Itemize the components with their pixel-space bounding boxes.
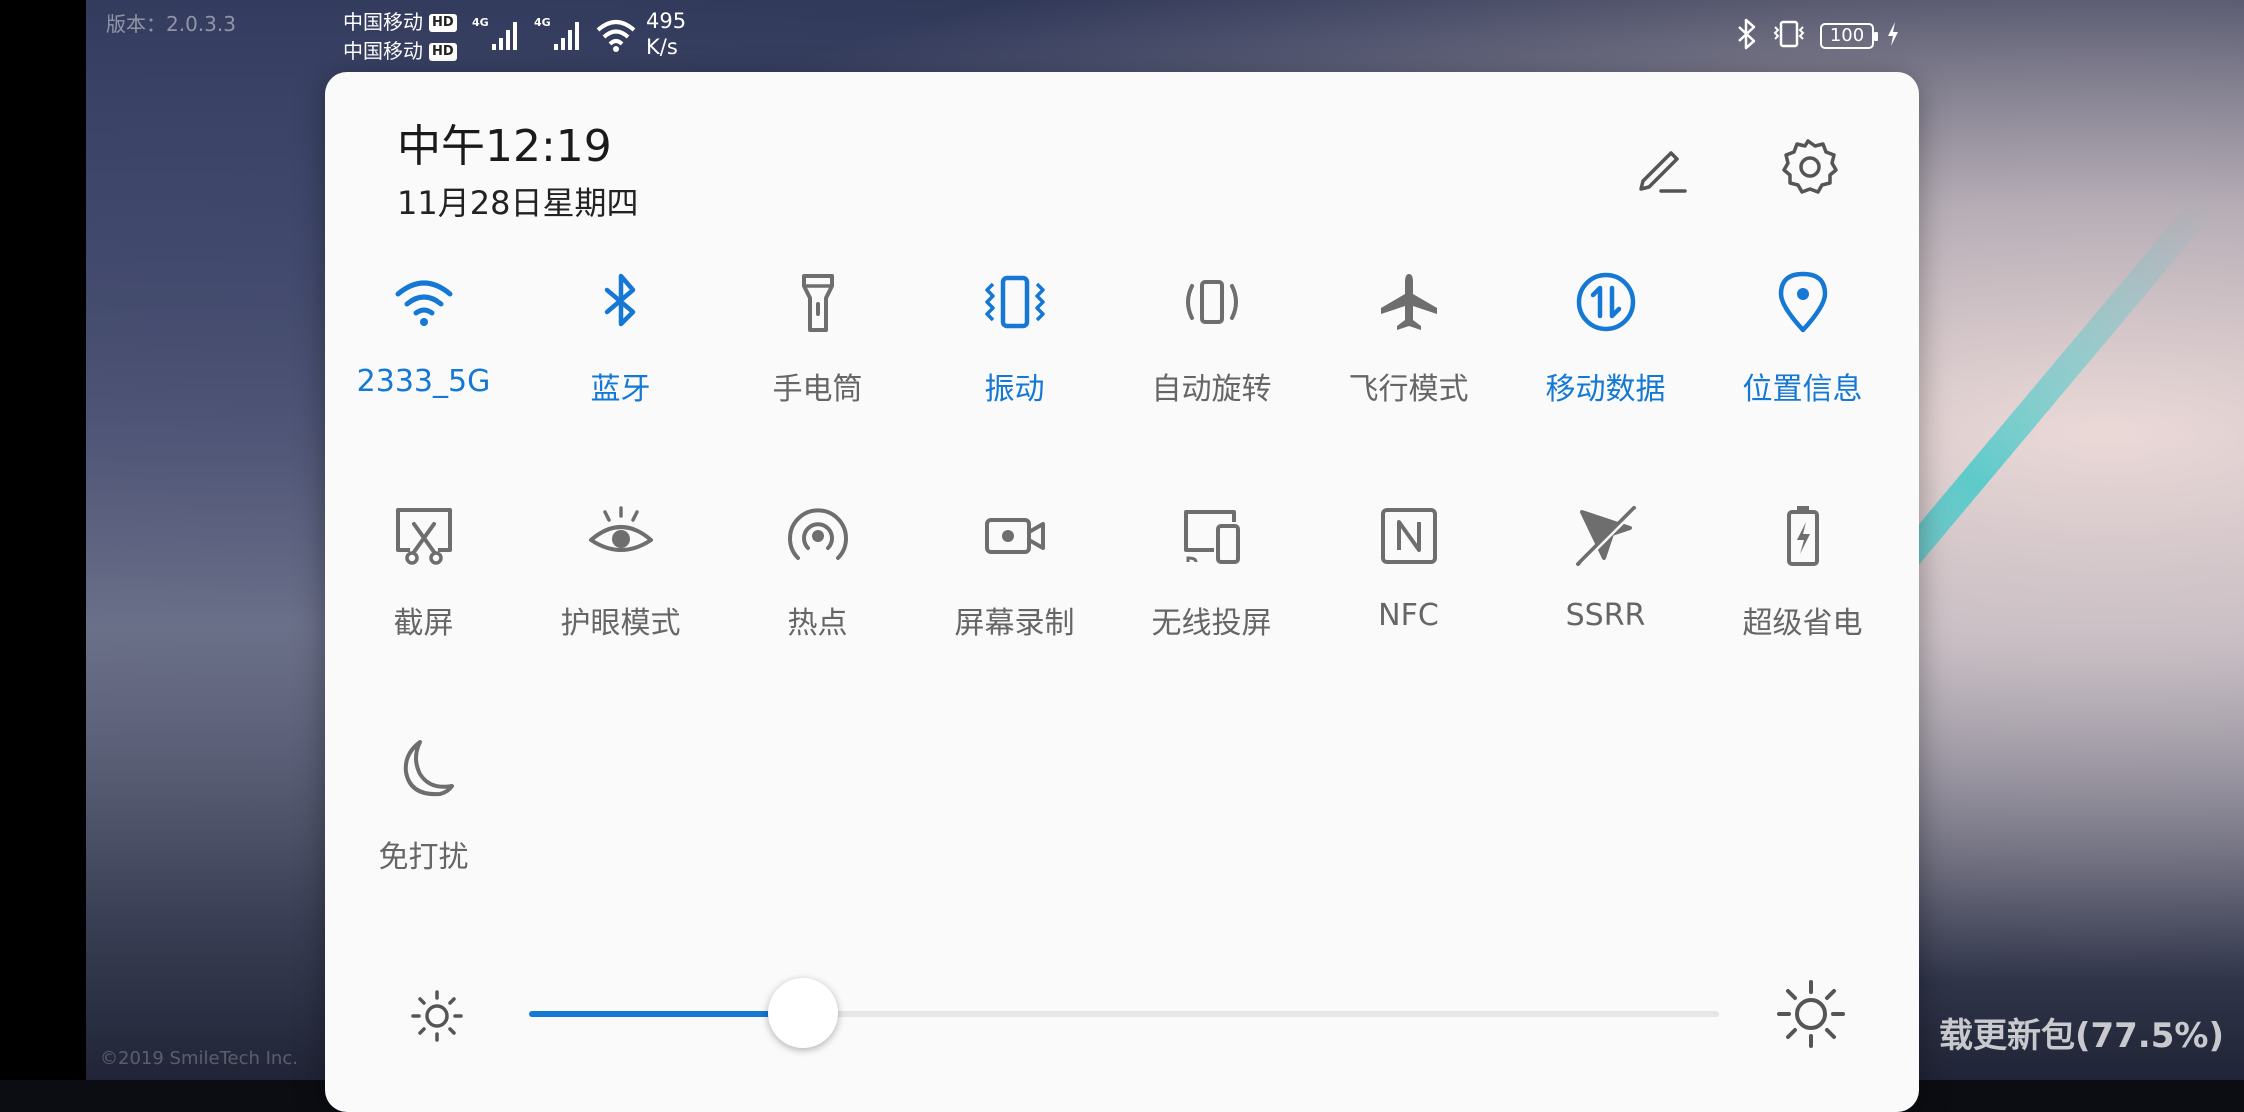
signal-strength-icon: 4G <box>472 14 522 56</box>
hd-badge: HD <box>429 42 457 61</box>
svg-text:4G: 4G <box>472 16 489 29</box>
tile-wireless-projection[interactable]: 无线投屏 <box>1113 502 1310 702</box>
pencil-icon <box>1639 151 1687 193</box>
tile-label: 移动数据 <box>1545 372 1666 407</box>
vibrate-icon <box>984 275 1045 329</box>
wifi-icon <box>395 280 452 326</box>
ssrr-icon <box>1575 506 1637 566</box>
flashlight-icon <box>801 274 834 332</box>
location-icon <box>1778 271 1827 333</box>
tile-mobile-data[interactable]: 移动数据 <box>1507 268 1704 468</box>
tile-ssrr[interactable]: SSRR <box>1507 502 1704 702</box>
network-speed-unit: K/s <box>646 35 678 59</box>
wifi-status-icon <box>596 18 636 56</box>
tile-label: 超级省电 <box>1742 606 1863 641</box>
tile-flashlight[interactable]: 手电筒 <box>719 268 916 468</box>
tile-eye-comfort[interactable]: 护眼模式 <box>522 502 719 702</box>
screen-record-icon <box>984 518 1045 554</box>
settings-button[interactable] <box>1778 137 1838 197</box>
mobile-data-icon <box>1576 272 1635 332</box>
moon-icon <box>403 740 454 797</box>
download-progress-text: 载更新包(77.5%) <box>1938 1016 2224 1056</box>
signal-strength-icon: 4G <box>534 14 584 56</box>
super-power-saving-icon <box>1786 506 1819 566</box>
clock-time: 中午12:19 <box>397 121 612 172</box>
tile-auto-rotate[interactable]: 自动旋转 <box>1113 268 1310 468</box>
tile-super-power-saving[interactable]: 超级省电 <box>1704 502 1901 702</box>
network-speed: 495 K/s <box>646 8 686 60</box>
tile-do-not-disturb[interactable]: 免打扰 <box>325 736 522 936</box>
carrier-info: 中国移动 HD 中国移动 HD <box>343 8 457 66</box>
brightness-slider-thumb[interactable] <box>767 978 838 1048</box>
brightness-slider-fill <box>529 1011 803 1017</box>
quick-settings-panel: 中午12:19 11月28日星期四 2333_5G 蓝牙 手电筒 振动 自动旋转… <box>325 72 1919 1112</box>
tile-label: SSRR <box>1565 598 1646 633</box>
tile-label: 振动 <box>984 372 1045 407</box>
tile-label: 手电筒 <box>772 372 863 407</box>
network-speed-value: 495 <box>646 9 687 33</box>
brightness-low-icon <box>411 990 463 1042</box>
charging-icon <box>1886 21 1900 51</box>
tile-location[interactable]: 位置信息 <box>1704 268 1901 468</box>
wireless-projection-icon <box>1183 510 1240 564</box>
tile-wifi[interactable]: 2333_5G <box>325 268 522 468</box>
bluetooth-icon <box>604 273 635 327</box>
status-right-icons: 100 <box>1736 18 1900 54</box>
tile-label: 2333_5G <box>356 364 491 399</box>
tile-label: 热点 <box>787 606 848 641</box>
screenshot-icon <box>395 508 452 565</box>
tile-vibrate[interactable]: 振动 <box>916 268 1113 468</box>
carrier-2-label: 中国移动 <box>343 39 423 63</box>
auto-rotate-icon <box>1185 280 1238 324</box>
vibrate-status-icon <box>1770 19 1808 53</box>
brightness-slider[interactable] <box>529 978 1719 1048</box>
tile-label: 位置信息 <box>1742 372 1863 407</box>
airplane-icon <box>1380 274 1437 330</box>
tile-label: 护眼模式 <box>560 606 681 641</box>
nfc-icon <box>1380 508 1437 564</box>
tile-label: NFC <box>1378 598 1439 633</box>
battery-indicator: 100 <box>1820 23 1878 49</box>
brightness-high-icon <box>1777 980 1845 1048</box>
tile-screen-record[interactable]: 屏幕录制 <box>916 502 1113 702</box>
tile-label: 飞行模式 <box>1348 372 1469 407</box>
tile-label: 截屏 <box>393 606 454 641</box>
tile-hotspot[interactable]: 热点 <box>719 502 916 702</box>
tile-label: 屏幕录制 <box>954 606 1075 641</box>
svg-text:4G: 4G <box>534 16 551 29</box>
tile-bluetooth[interactable]: 蓝牙 <box>522 268 719 468</box>
eye-comfort-icon <box>588 506 653 552</box>
tile-label: 免打扰 <box>378 840 469 875</box>
date-label: 11月28日星期四 <box>397 184 639 222</box>
version-label: 版本：2.0.3.3 <box>106 12 236 36</box>
carrier-1-label: 中国移动 <box>343 10 423 34</box>
tile-nfc[interactable]: NFC <box>1310 502 1507 702</box>
signal-indicators: 4G 4G <box>472 14 636 56</box>
tile-screenshot[interactable]: 截屏 <box>325 502 522 702</box>
bluetooth-status-icon <box>1736 18 1758 54</box>
hotspot-icon <box>787 508 848 560</box>
tile-label: 蓝牙 <box>590 372 651 407</box>
edit-tiles-button[interactable] <box>1631 137 1691 197</box>
tile-label: 自动旋转 <box>1151 372 1272 407</box>
gear-icon <box>1782 139 1838 194</box>
tile-airplane[interactable]: 飞行模式 <box>1310 268 1507 468</box>
tile-label: 无线投屏 <box>1151 606 1272 641</box>
hd-badge: HD <box>429 13 457 32</box>
copyright-text: ©2019 SmileTech Inc. <box>100 1048 298 1069</box>
